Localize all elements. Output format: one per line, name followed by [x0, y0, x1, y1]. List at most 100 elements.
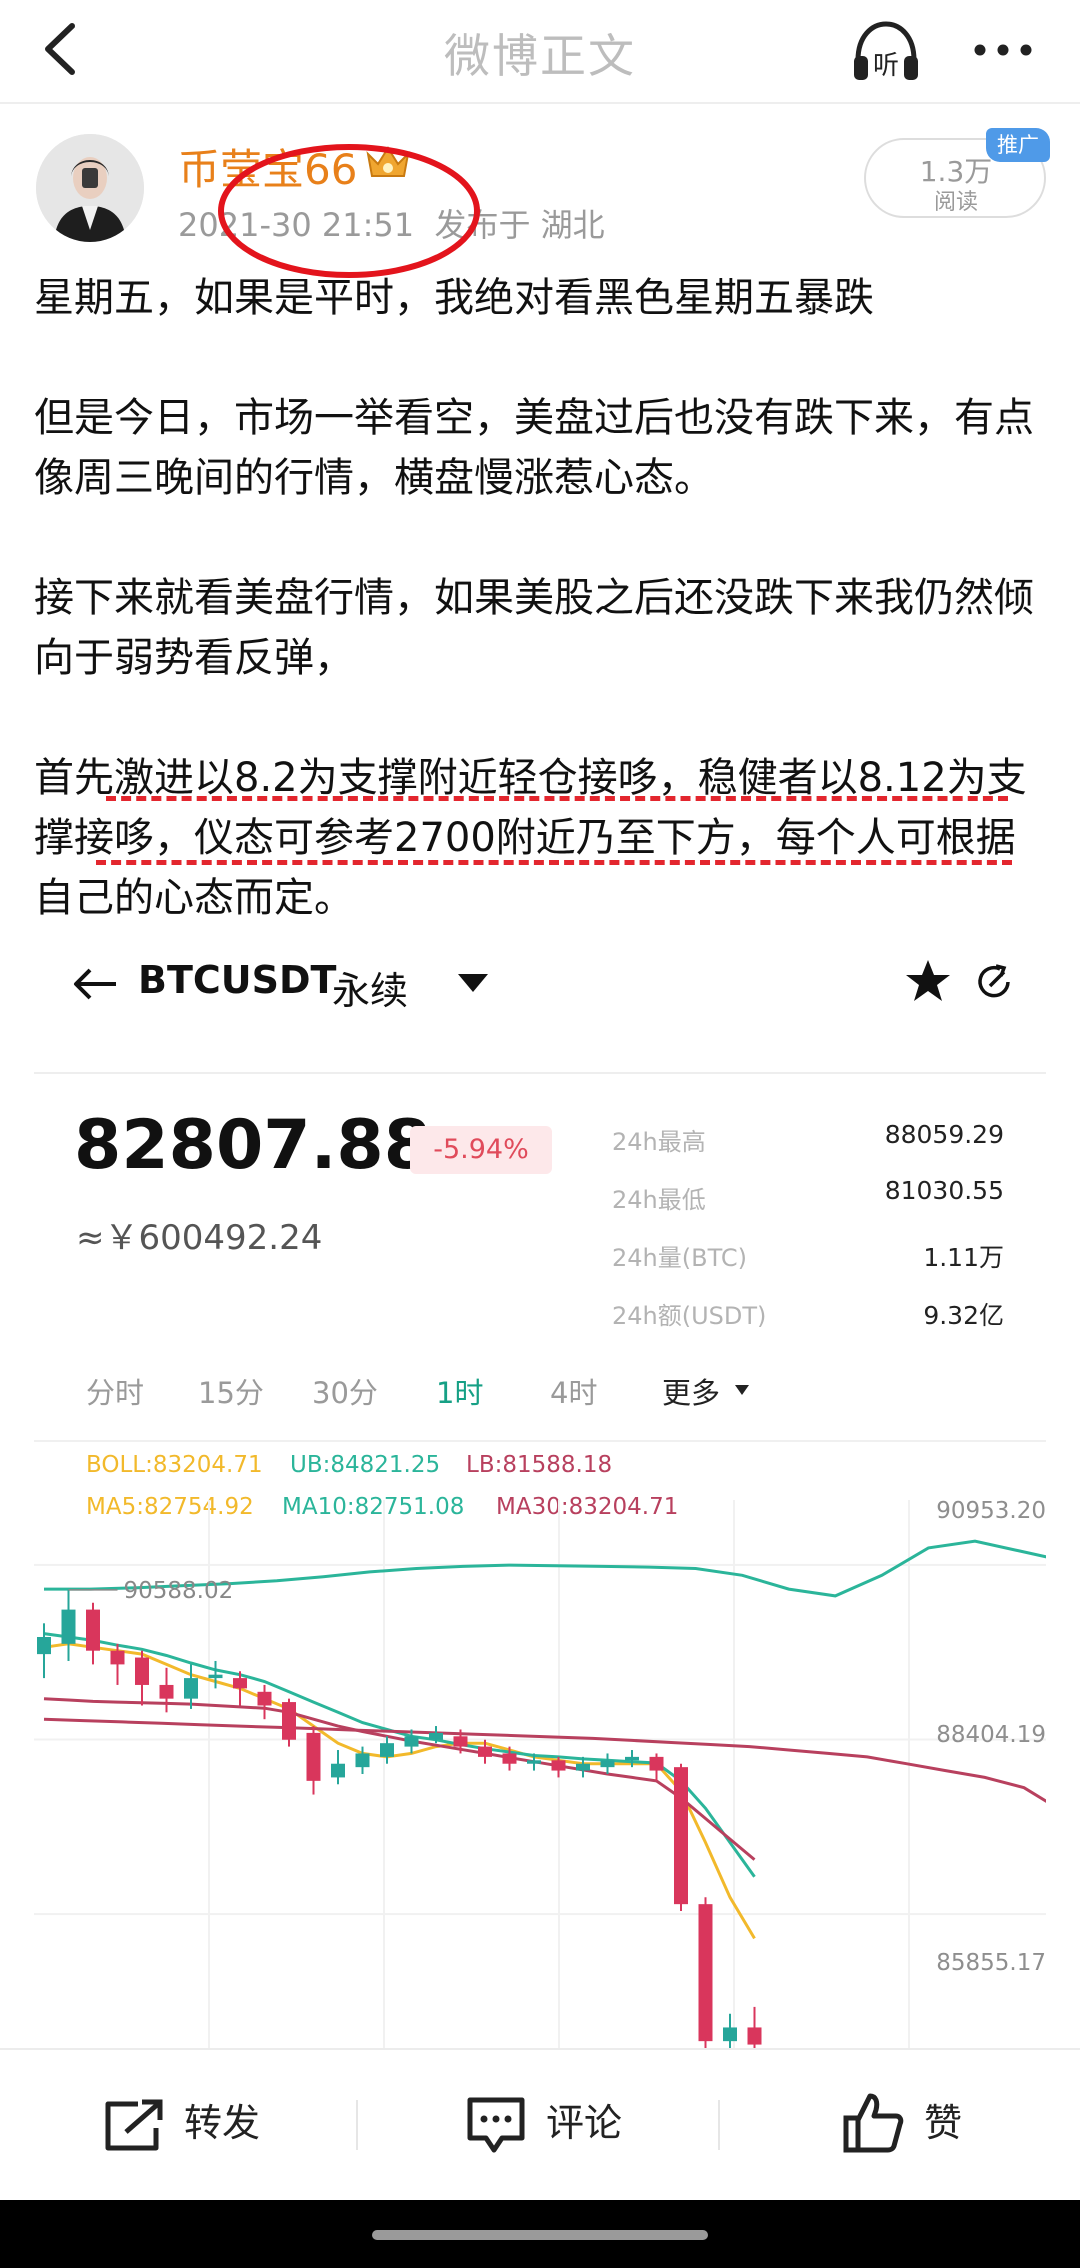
repost-label: 转发 — [184, 2101, 261, 2145]
price-axis-label: 88404.19 — [936, 1722, 1046, 1748]
candle-body — [355, 1753, 370, 1768]
refresh-share-icon[interactable] — [974, 962, 1014, 1002]
arrow-left-icon[interactable] — [72, 964, 120, 1004]
indicator-lb: LB:81588.18 — [466, 1452, 613, 1478]
like-label: 赞 — [924, 2101, 963, 2145]
tab-timeframe-1h[interactable]: 1时 — [436, 1370, 483, 1412]
stat-value-low: 81030.55 — [884, 1176, 1004, 1205]
home-indicator[interactable] — [372, 2230, 708, 2240]
candle-body — [723, 2027, 737, 2042]
candle-body — [527, 1760, 541, 1764]
candle-body — [37, 1637, 51, 1655]
tab-timeframe-more[interactable]: 更多 — [662, 1370, 720, 1412]
post-content: 星期五，如果是平时，我绝对看黑色星期五暴跌 但是今日，市场一举看空，美盘过后也没… — [34, 268, 1054, 988]
red-dashed-underline — [96, 860, 1012, 865]
stat-label-volume: 24h量(BTC) — [612, 1244, 747, 1272]
stat-value-high: 88059.29 — [884, 1120, 1004, 1149]
top-nav-bar: 微博正文 听 — [0, 0, 1080, 104]
red-dashed-underline — [106, 796, 1008, 801]
candle-body — [551, 1760, 566, 1771]
indicator-boll: BOLL:83204.71 — [86, 1452, 263, 1478]
red-circle-annotation — [218, 144, 480, 278]
stat-label-turnover: 24h额(USDT) — [612, 1302, 767, 1330]
candlestick-chart[interactable]: 90588.02 — [34, 1500, 1046, 2048]
divider — [34, 1072, 1046, 1074]
candle-body — [747, 2027, 762, 2045]
price-change-badge: -5.94% — [410, 1126, 552, 1174]
share-icon — [105, 2099, 163, 2151]
candle-body — [404, 1736, 419, 1747]
post-paragraph: 但是今日，市场一举看空，美盘过后也没有跌下来，有点像周三晚间的行情，横盘慢涨惹心… — [34, 395, 1034, 501]
candle-body — [429, 1732, 443, 1740]
candle-body — [208, 1674, 223, 1679]
comment-label: 评论 — [546, 2101, 623, 2145]
author-avatar[interactable] — [36, 134, 144, 242]
bottom-action-bar: 转发 评论 赞 — [0, 2048, 1080, 2200]
post-paragraph: 首先激进以8.2为支撑附近轻仓接哆，稳健者以8.12为支撑接哆，仪态可参考270… — [34, 755, 1027, 921]
candle-body — [86, 1609, 100, 1651]
comment-icon — [467, 2097, 525, 2153]
tab-timeframe-line[interactable]: 分时 — [86, 1370, 144, 1412]
candle-body — [453, 1736, 468, 1747]
last-price: 82807.88 — [74, 1106, 432, 1185]
post-paragraph: 接下来就看美盘行情，如果美股之后还没跌下来我仍然倾向于弱势看反弹， — [34, 575, 1034, 681]
repost-button[interactable]: 转发 — [90, 2050, 290, 2202]
price-axis-label: 90953.20 — [936, 1498, 1046, 1524]
tab-timeframe-30m[interactable]: 30分 — [312, 1370, 378, 1412]
candle-body — [110, 1650, 125, 1665]
candle-body — [257, 1691, 272, 1706]
tab-timeframe-4h[interactable]: 4时 — [550, 1370, 597, 1412]
candle-body — [331, 1763, 345, 1778]
candle-body — [698, 1904, 713, 2042]
candle-body — [135, 1657, 149, 1685]
trading-pair-header: BTCUSDT 永续 — [0, 940, 1080, 1030]
high-marker-label: 90588.02 — [124, 1578, 234, 1604]
trading-pair-symbol[interactable]: BTCUSDT — [138, 958, 336, 1002]
star-icon[interactable] — [904, 958, 952, 1004]
like-button[interactable]: 赞 — [842, 2050, 1002, 2202]
separator — [718, 2100, 720, 2150]
candle-body — [478, 1746, 492, 1757]
candle-body — [674, 1767, 688, 1905]
comment-button[interactable]: 评论 — [460, 2050, 660, 2202]
indicator-ub: UB:84821.25 — [290, 1452, 441, 1478]
candle-body — [306, 1732, 321, 1781]
series-line-lb — [43, 1717, 1046, 1803]
avatar-portrait-image — [36, 134, 144, 242]
candle-body — [649, 1756, 664, 1771]
tab-timeframe-15m[interactable]: 15分 — [198, 1370, 264, 1412]
divider — [34, 1440, 1046, 1442]
system-nav-bar — [0, 2200, 1080, 2268]
candle-body — [233, 1678, 247, 1689]
stat-label-low: 24h最低 — [612, 1186, 706, 1214]
thumbs-up-icon — [843, 2093, 904, 2153]
listen-label: 听 — [873, 51, 899, 81]
candle-body — [159, 1684, 174, 1699]
contract-type-label[interactable]: 永续 — [332, 960, 408, 1015]
timeframe-tabs: 分时 15分 30分 1时 4时 更多 — [0, 1366, 1080, 1426]
stat-value-turnover: 9.32亿 — [923, 1301, 1004, 1330]
candle-body — [576, 1763, 590, 1771]
candle-body — [625, 1756, 639, 1761]
price-axis-label: 85855.17 — [936, 1950, 1046, 1976]
post-paragraph: 星期五，如果是平时，我绝对看黑色星期五暴跌 — [34, 275, 874, 321]
read-label: 阅读 — [933, 190, 978, 215]
separator — [356, 2100, 358, 2150]
candle-body — [282, 1702, 296, 1740]
candle-body — [184, 1678, 198, 1699]
promoted-tag: 推广 — [986, 128, 1050, 162]
ellipsis-icon — [974, 44, 1032, 56]
cny-price: ≈￥600492.24 — [76, 1218, 323, 1258]
caret-down-icon[interactable] — [734, 1384, 750, 1396]
headphones-icon: 听 — [854, 21, 918, 81]
series-line-ma5 — [43, 1642, 756, 1940]
candle-body — [61, 1609, 76, 1644]
listen-button[interactable]: 听 — [848, 14, 924, 90]
candle-body — [502, 1753, 517, 1764]
stat-value-volume: 1.11万 — [923, 1243, 1004, 1272]
more-options-button[interactable] — [968, 20, 1038, 80]
caret-down-icon[interactable] — [456, 972, 490, 994]
candle-body — [380, 1743, 394, 1757]
stat-label-high: 24h最高 — [612, 1128, 706, 1156]
candle-body — [600, 1760, 615, 1768]
